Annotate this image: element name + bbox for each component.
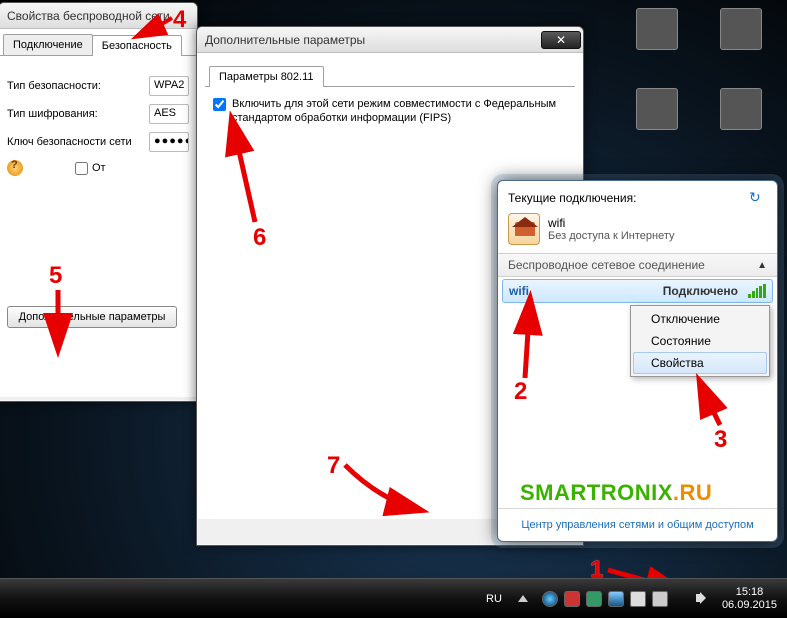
tab-connection[interactable]: Подключение xyxy=(3,34,93,55)
wifi-properties-window: Свойства беспроводной сети Подключение Б… xyxy=(0,2,198,402)
refresh-icon[interactable]: ↻ xyxy=(749,189,767,207)
callout-5: 5 xyxy=(49,262,62,290)
tab-80211[interactable]: Параметры 802.11 xyxy=(209,66,324,87)
shield-icon xyxy=(7,160,23,176)
security-type-select[interactable]: WPA2 xyxy=(149,76,189,96)
volume-tray-icon[interactable] xyxy=(696,591,712,607)
signal-icon xyxy=(748,284,766,298)
titlebar[interactable]: Дополнительные параметры ✕ xyxy=(197,27,583,53)
tray-icon[interactable] xyxy=(542,591,558,607)
system-tray: RU 15:18 06.09.2015 xyxy=(486,586,787,612)
current-connection: wifi Без доступа к Интернету xyxy=(498,209,777,253)
show-chars-label: От xyxy=(92,162,106,174)
network-name: wifi xyxy=(509,284,657,298)
desktop-icon[interactable] xyxy=(619,4,695,80)
menu-properties[interactable]: Свойства xyxy=(633,352,767,374)
network-key-input[interactable]: ●●●●● xyxy=(149,132,189,152)
network-status: Подключено xyxy=(663,284,738,298)
current-connections-label: Текущие подключения: xyxy=(508,191,636,205)
window-title: Свойства беспроводной сети xyxy=(7,9,195,23)
chevron-up-icon: ▲ xyxy=(757,260,767,271)
fips-label: Включить для этой сети режим совместимос… xyxy=(232,97,567,125)
language-indicator[interactable]: RU xyxy=(486,593,502,605)
tray-icon[interactable] xyxy=(630,591,646,607)
tray-icon[interactable] xyxy=(586,591,602,607)
wireless-section-header[interactable]: Беспроводное сетевое соединение ▲ xyxy=(498,253,777,277)
clock[interactable]: 15:18 06.09.2015 xyxy=(722,586,777,612)
callout-7: 7 xyxy=(327,452,340,480)
desktop-icons xyxy=(615,0,787,164)
advanced-params-button[interactable]: Дополнительные параметры xyxy=(7,306,177,328)
tray-icon[interactable] xyxy=(564,591,580,607)
date: 06.09.2015 xyxy=(722,599,777,612)
time: 15:18 xyxy=(722,586,777,599)
desktop-icon[interactable] xyxy=(703,84,779,160)
taskbar: RU 15:18 06.09.2015 xyxy=(0,578,787,618)
close-button[interactable]: ✕ xyxy=(541,31,581,49)
encryption-select[interactable]: AES xyxy=(149,104,189,124)
network-center-link[interactable]: Центр управления сетями и общим доступом xyxy=(498,508,777,541)
tray-overflow-icon[interactable] xyxy=(518,595,528,602)
titlebar[interactable]: Свойства беспроводной сети xyxy=(0,3,197,29)
connection-status: Без доступа к Интернету xyxy=(548,230,675,242)
tray-icon[interactable] xyxy=(652,591,668,607)
menu-status[interactable]: Состояние xyxy=(633,330,767,352)
watermark: SMARTRONIX.RU xyxy=(520,480,712,506)
network-tray-icon[interactable] xyxy=(674,591,690,607)
desktop-icon[interactable] xyxy=(703,4,779,80)
context-menu: Отключение Состояние Свойства xyxy=(630,305,770,377)
window-body: Тип безопасности: WPA2 Тип шифрования: A… xyxy=(0,55,197,397)
tab-security[interactable]: Безопасность xyxy=(92,35,182,56)
encryption-label: Тип шифрования: xyxy=(7,108,149,120)
callout-6: 6 xyxy=(253,224,266,252)
security-type-label: Тип безопасности: xyxy=(7,80,149,92)
tab-strip: Подключение Безопасность xyxy=(0,29,197,55)
callout-2: 2 xyxy=(514,378,527,406)
network-item[interactable]: wifi Подключено xyxy=(502,279,773,303)
key-label: Ключ безопасности сети xyxy=(7,136,149,148)
menu-disconnect[interactable]: Отключение xyxy=(633,308,767,330)
tray-icon[interactable] xyxy=(608,591,624,607)
connection-name: wifi xyxy=(548,216,675,230)
home-network-icon xyxy=(508,213,540,245)
desktop-icon[interactable] xyxy=(619,84,695,160)
callout-4: 4 xyxy=(173,6,186,34)
fips-checkbox[interactable] xyxy=(213,98,226,111)
show-chars-checkbox[interactable] xyxy=(75,162,88,175)
network-list: wifi Подключено Отключение Состояние Сво… xyxy=(498,277,777,508)
window-title: Дополнительные параметры xyxy=(205,33,541,47)
callout-3: 3 xyxy=(714,426,727,454)
